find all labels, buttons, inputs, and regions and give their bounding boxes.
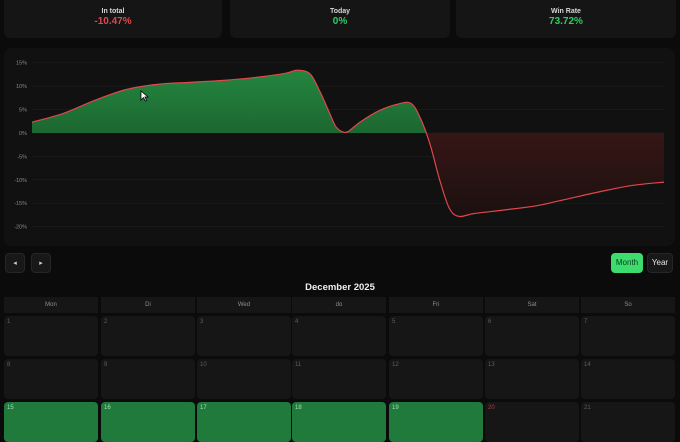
day-number: 13 (488, 362, 495, 368)
stat-value: 0% (332, 16, 348, 27)
stat-card-today: Today 0% (230, 0, 450, 38)
day-number: 7 (584, 319, 588, 325)
weekday-label: Mon (4, 297, 98, 313)
day-number: 8 (7, 362, 11, 368)
calendar-day-cell[interactable]: 7 (581, 316, 675, 356)
weekday-label: So (581, 297, 675, 313)
weekday-label: Di (101, 297, 195, 313)
weekday-label: Wed (197, 297, 291, 313)
next-month-button[interactable]: ▸ (31, 253, 51, 273)
calendar-day-cell[interactable]: 5 (389, 316, 483, 356)
stat-label: In total (101, 8, 125, 15)
calendar-day-cell[interactable]: 9 (101, 359, 195, 399)
stat-label: Today (329, 8, 351, 15)
calendar-day-cell[interactable]: 21 (581, 402, 675, 442)
weekday-label: Sat (485, 297, 579, 313)
weekday-label: do (292, 297, 386, 313)
day-number: 5 (392, 319, 396, 325)
mouse-cursor-icon (140, 90, 149, 102)
calendar-day-cell[interactable]: 20 (485, 402, 579, 442)
stat-label: Win Rate (551, 8, 581, 15)
calendar-day-cell[interactable]: 13 (485, 359, 579, 399)
y-tick-label: 10% (16, 84, 27, 90)
y-tick-label: -10% (14, 178, 27, 184)
day-number: 12 (392, 362, 399, 368)
day-number: 15 (7, 405, 14, 411)
day-number: 10 (200, 362, 207, 368)
month-view-button[interactable]: Month (611, 253, 643, 273)
calendar-day-cell[interactable]: 14 (581, 359, 675, 399)
calendar-day-cell[interactable]: 8 (4, 359, 98, 399)
stat-card-win-rate: Win Rate 73.72% (456, 0, 676, 38)
stat-card-total: In total -10.47% (4, 0, 222, 38)
y-tick-label: 5% (19, 108, 27, 114)
weekday-label: Fri (389, 297, 483, 313)
calendar-day-cell[interactable]: 15 (4, 402, 98, 442)
calendar-day-cell[interactable]: 16 (101, 402, 195, 442)
calendar-day-cell[interactable]: 17 (197, 402, 291, 442)
day-number: 21 (584, 405, 591, 411)
calendar-day-cell[interactable]: 12 (389, 359, 483, 399)
calendar-day-cell[interactable]: 2 (101, 316, 195, 356)
calendar-day-cell[interactable]: 19 (389, 402, 483, 442)
day-number: 14 (584, 362, 591, 368)
day-number: 2 (104, 319, 108, 325)
day-number: 19 (392, 405, 399, 411)
day-number: 9 (104, 362, 108, 368)
day-number: 16 (104, 405, 111, 411)
stat-value: -10.47% (94, 16, 132, 27)
calendar-day-cell[interactable]: 1 (4, 316, 98, 356)
calendar-month-title: December 2025 (305, 282, 375, 293)
calendar-day-cell[interactable]: 10 (197, 359, 291, 399)
calendar-day-cell[interactable]: 6 (485, 316, 579, 356)
chevron-right-icon: ▸ (39, 260, 43, 267)
y-tick-label: -5% (17, 154, 27, 160)
y-tick-label: -20% (14, 225, 27, 231)
year-view-button[interactable]: Year (647, 253, 673, 273)
y-tick-label: 0% (19, 131, 27, 137)
y-tick-label: 15% (16, 61, 27, 67)
day-number: 4 (295, 319, 299, 325)
chevron-left-icon: ◂ (13, 260, 17, 267)
calendar-day-cell[interactable]: 4 (292, 316, 386, 356)
pnl-chart-panel: 15% 10% 5% 0% -5% -10% -15% -20% (4, 48, 675, 246)
day-number: 17 (200, 405, 207, 411)
calendar-day-cell[interactable]: 11 (292, 359, 386, 399)
day-number: 1 (7, 319, 11, 325)
stat-value: 73.72% (549, 16, 583, 27)
day-number: 20 (488, 405, 495, 411)
day-number: 11 (295, 362, 302, 368)
calendar-day-cell[interactable]: 3 (197, 316, 291, 356)
prev-month-button[interactable]: ◂ (5, 253, 25, 273)
day-number: 3 (200, 319, 204, 325)
day-number: 18 (295, 405, 302, 411)
calendar-day-cell[interactable]: 18 (292, 402, 386, 442)
y-tick-label: -15% (14, 201, 27, 207)
day-number: 6 (488, 319, 492, 325)
pnl-chart: 15% 10% 5% 0% -5% -10% -15% -20% (14, 61, 665, 231)
